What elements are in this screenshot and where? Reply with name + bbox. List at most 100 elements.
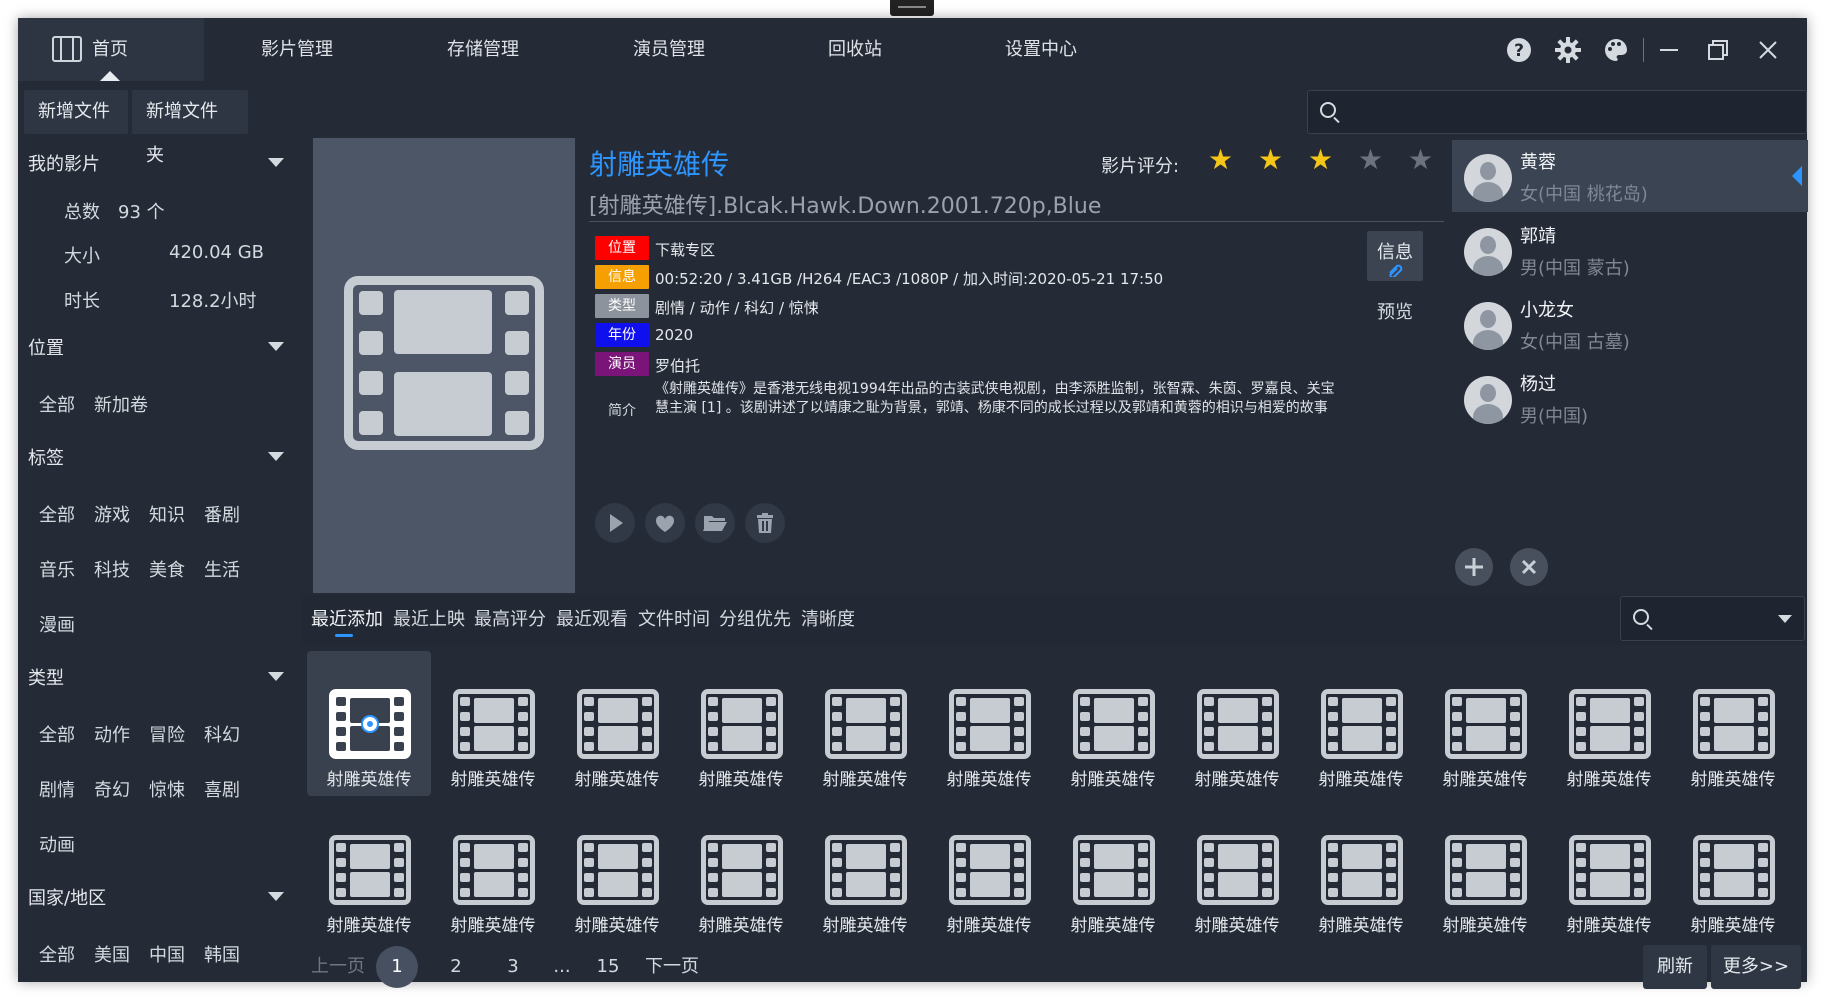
genre-item[interactable]: 动作 [94,721,130,747]
open-folder-button[interactable] [695,503,735,543]
tag-item[interactable]: 番剧 [204,501,240,527]
movie-grid-item[interactable]: 射雕英雄传 [1547,797,1671,942]
genre-item[interactable]: 惊悚 [149,776,185,802]
tab-movie-management[interactable]: 影片管理 [204,18,390,81]
page-button[interactable]: 2 [446,946,466,988]
movie-grid-item[interactable]: 射雕英雄传 [803,797,927,942]
sort-tab-file-time[interactable]: 文件时间 [638,595,710,645]
actor-item[interactable]: 小龙女 女(中国 古墓) [1452,288,1808,360]
add-actor-button[interactable] [1455,548,1493,586]
remove-actor-button[interactable] [1510,548,1548,586]
star-filled-icon[interactable]: ★ [1308,144,1333,176]
movie-grid-item[interactable]: 射雕英雄传 [307,651,431,796]
gear-icon[interactable] [1554,36,1582,64]
movie-grid-item[interactable]: 射雕英雄传 [1671,651,1795,796]
movie-grid-item[interactable]: 射雕英雄传 [1547,651,1671,796]
sort-tab-top-rated[interactable]: 最高评分 [474,595,546,645]
movie-grid-item[interactable]: 射雕英雄传 [803,651,927,796]
star-empty-icon[interactable]: ★ [1408,144,1433,176]
page-button[interactable]: 15 [593,946,623,988]
new-file-button[interactable]: 新增文件 [24,90,128,134]
sort-tab-recent-release[interactable]: 最近上映 [393,595,465,645]
sort-tab-recent-added[interactable]: 最近添加 [311,595,383,645]
movie-grid-item[interactable]: 射雕英雄传 [1299,797,1423,942]
tag-item[interactable]: 美食 [149,556,185,582]
top-search-input[interactable] [1307,90,1807,134]
tag-item[interactable]: 生活 [204,556,240,582]
genre-item[interactable]: 科幻 [204,721,240,747]
movie-grid-item[interactable]: 射雕英雄传 [1175,651,1299,796]
more-button[interactable]: 更多>> [1711,945,1801,989]
close-icon[interactable] [1754,36,1782,64]
prev-page-button[interactable]: 上一页 [311,946,365,988]
minimize-icon[interactable] [1655,36,1683,64]
page-button[interactable]: 3 [503,946,523,988]
location-item[interactable]: 新加卷 [94,391,148,417]
new-folder-button[interactable]: 新增文件夹 [132,90,248,166]
section-genres[interactable]: 类型 [28,664,284,690]
favorite-button[interactable] [645,503,685,543]
region-item[interactable]: 中国 [149,941,185,967]
movie-grid-item[interactable]: 射雕英雄传 [555,651,679,796]
tag-item[interactable]: 全部 [39,501,75,527]
restore-icon[interactable] [1704,36,1732,64]
actor-item[interactable]: 郭靖 男(中国 蒙古) [1452,214,1808,286]
tag-item[interactable]: 漫画 [39,611,75,637]
genre-item[interactable]: 冒险 [149,721,185,747]
delete-button[interactable] [745,503,785,543]
star-empty-icon[interactable]: ★ [1358,144,1383,176]
region-item[interactable]: 全部 [39,941,75,967]
genre-item[interactable]: 剧情 [39,776,75,802]
star-filled-icon[interactable]: ★ [1258,144,1283,176]
tag-item[interactable]: 科技 [94,556,130,582]
tag-item[interactable]: 音乐 [39,556,75,582]
movie-grid-item[interactable]: 射雕英雄传 [1423,797,1547,942]
tab-storage-management[interactable]: 存储管理 [390,18,576,81]
movie-grid-item[interactable]: 射雕英雄传 [307,797,431,942]
tab-recycle-bin[interactable]: 回收站 [762,18,948,81]
info-button[interactable]: 信息 [1367,231,1423,281]
genre-item[interactable]: 奇幻 [94,776,130,802]
movie-grid-item[interactable]: 射雕英雄传 [1051,651,1175,796]
movie-grid-item[interactable]: 射雕英雄传 [1299,651,1423,796]
genre-item[interactable]: 全部 [39,721,75,747]
movie-poster[interactable] [313,138,575,593]
movie-grid-item[interactable]: 射雕英雄传 [431,651,555,796]
section-location[interactable]: 位置 [28,334,284,360]
region-item[interactable]: 韩国 [204,941,240,967]
genre-item[interactable]: 喜剧 [204,776,240,802]
tab-home[interactable]: 首页 [18,18,204,81]
movie-grid-item[interactable]: 射雕英雄传 [927,651,1051,796]
help-icon[interactable]: ? [1505,36,1533,64]
palette-icon[interactable] [1602,36,1630,64]
star-filled-icon[interactable]: ★ [1208,144,1233,176]
tag-item[interactable]: 游戏 [94,501,130,527]
tag-item[interactable]: 知识 [149,501,185,527]
movie-grid-item[interactable]: 射雕英雄传 [431,797,555,942]
page-button[interactable]: 1 [376,946,418,988]
sort-tab-resolution[interactable]: 清晰度 [801,595,855,645]
movie-grid-item[interactable]: 射雕英雄传 [1051,797,1175,942]
genre-item[interactable]: 动画 [39,831,75,857]
movie-grid-item[interactable]: 射雕英雄传 [679,651,803,796]
movie-grid-item[interactable]: 射雕英雄传 [1423,651,1547,796]
movie-grid-item[interactable]: 射雕英雄传 [927,797,1051,942]
play-button[interactable] [595,503,635,543]
actor-item[interactable]: 杨过 男(中国) [1452,362,1808,434]
chevron-down-icon[interactable] [1778,615,1792,623]
section-tags[interactable]: 标签 [28,444,284,470]
refresh-button[interactable]: 刷新 [1643,945,1707,989]
region-item[interactable]: 美国 [94,941,130,967]
grid-search-input[interactable] [1620,596,1805,641]
tab-settings[interactable]: 设置中心 [948,18,1134,81]
sort-tab-recent-watched[interactable]: 最近观看 [556,595,628,645]
movie-grid-item[interactable]: 射雕英雄传 [1175,797,1299,942]
movie-grid-item[interactable]: 射雕英雄传 [555,797,679,942]
section-my-movies[interactable]: 我的影片 [28,150,284,176]
location-item[interactable]: 全部 [39,391,75,417]
sort-tab-group-first[interactable]: 分组优先 [719,595,791,645]
movie-grid-item[interactable]: 射雕英雄传 [1671,797,1795,942]
preview-button[interactable]: 预览 [1377,298,1413,324]
next-page-button[interactable]: 下一页 [644,946,700,988]
movie-grid-item[interactable]: 射雕英雄传 [679,797,803,942]
